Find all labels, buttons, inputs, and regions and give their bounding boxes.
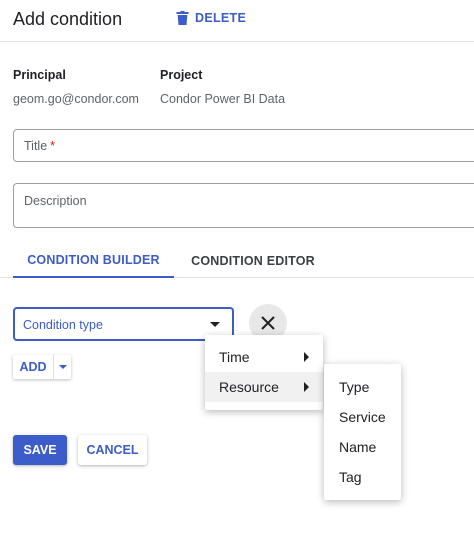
menu-item-label: Resource	[219, 379, 279, 395]
menu-item-label: Time	[219, 349, 250, 365]
submenu-item-tag[interactable]: Tag	[324, 462, 401, 492]
menu-item-time[interactable]: Time	[205, 342, 323, 372]
cancel-button[interactable]: CANCEL	[78, 435, 147, 465]
principal-label: Principal	[13, 68, 66, 82]
menu-item-resource[interactable]: Resource	[205, 372, 323, 402]
caret-down-icon	[210, 322, 220, 327]
title-input-label: Title *	[24, 139, 56, 153]
submenu-item-service[interactable]: Service	[324, 402, 401, 432]
trash-icon	[176, 11, 189, 25]
condition-type-menu: Time Resource	[205, 335, 323, 410]
title-input[interactable]: Title *	[13, 129, 474, 162]
caret-right-icon	[304, 352, 309, 362]
condition-type-placeholder: Condition type	[23, 318, 103, 332]
delete-button[interactable]: DELETE	[176, 11, 246, 25]
project-value: Condor Power BI Data	[160, 92, 286, 106]
principal-value: geom.go@condor.com	[13, 92, 139, 106]
description-input[interactable]: Description	[13, 183, 474, 228]
submenu-item-type[interactable]: Type	[324, 372, 401, 402]
caret-right-icon	[304, 382, 309, 392]
condition-tabs: CONDITION BUILDER CONDITION EDITOR	[0, 244, 474, 278]
required-marker: *	[50, 139, 56, 153]
save-button[interactable]: SAVE	[13, 435, 67, 465]
resource-submenu: Type Service Name Tag	[324, 364, 401, 500]
caret-down-icon	[58, 365, 67, 369]
page-title: Add condition	[13, 9, 123, 29]
add-dropdown-button[interactable]	[53, 355, 71, 379]
tab-condition-builder[interactable]: CONDITION BUILDER	[13, 244, 174, 278]
condition-type-select[interactable]: Condition type	[13, 307, 234, 341]
delete-button-label: DELETE	[195, 11, 247, 25]
add-button-group: ADD	[13, 355, 71, 379]
tab-condition-editor[interactable]: CONDITION EDITOR	[174, 244, 332, 278]
project-label: Project	[160, 68, 203, 82]
submenu-item-name[interactable]: Name	[324, 432, 401, 462]
close-icon	[261, 316, 275, 330]
add-button[interactable]: ADD	[13, 355, 53, 379]
description-input-label: Description	[24, 194, 87, 208]
dialog-header: Add condition DELETE	[0, 0, 474, 42]
